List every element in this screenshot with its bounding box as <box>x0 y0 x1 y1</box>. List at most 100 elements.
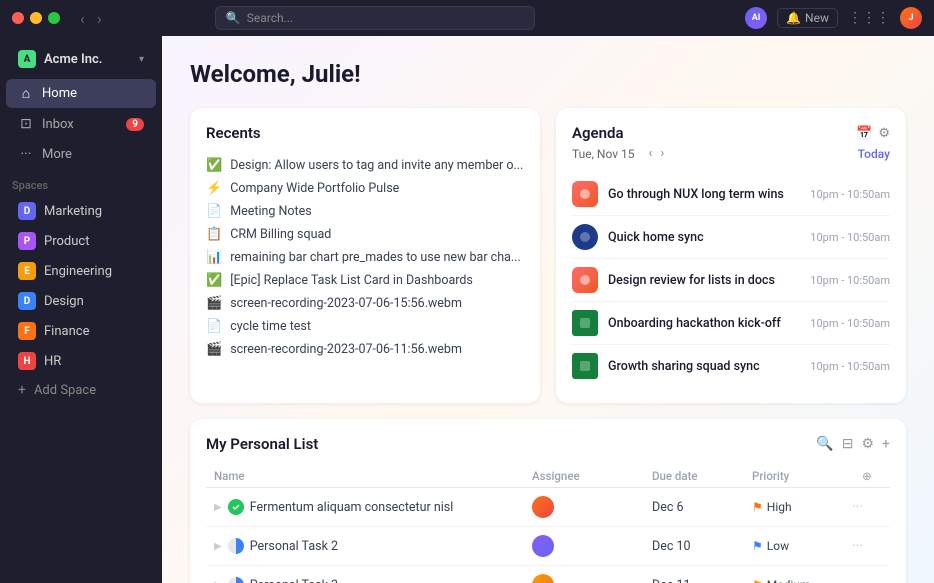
row-more-button[interactable]: ··· <box>852 577 882 583</box>
sidebar-item-inbox[interactable]: ⊡ Inbox 9 <box>6 110 156 138</box>
recent-item-text: cycle time test <box>230 319 311 334</box>
list-item[interactable]: 📊 remaining bar chart pre_mades to use n… <box>206 246 524 269</box>
task2-icon: ✅ <box>206 273 222 288</box>
settings-list-button[interactable]: ⚙ <box>861 436 874 452</box>
assignee-avatar <box>532 574 554 583</box>
add-column-button[interactable]: + <box>882 436 890 452</box>
sidebar: A Acme Inc. ▾ ⌂ Home ⊡ Inbox 9 ··· More … <box>0 36 162 583</box>
task-name: Personal Task 2 <box>250 539 338 554</box>
workspace-logo: A <box>18 50 36 68</box>
row-more-button[interactable]: ··· <box>852 538 882 554</box>
recent-item-text: [Epic] Replace Task List Card in Dashboa… <box>230 273 473 288</box>
engineering-space-dot: E <box>18 262 36 280</box>
sidebar-item-hr[interactable]: H HR <box>6 347 156 375</box>
table-row[interactable]: ▶ Personal Task 2 Dec 10 ⚑ Low ··· <box>206 527 890 566</box>
table-row[interactable]: ▶ Personal Task 3 Dec 11 ⚑ Medium ··· <box>206 566 890 583</box>
ai-badge[interactable]: AI <box>745 7 767 29</box>
calendar-icon[interactable]: 📅 <box>856 126 872 141</box>
page-title: Welcome, Julie! <box>190 60 906 88</box>
list-controls: 🔍 ⊟ ⚙ + <box>816 436 890 452</box>
task-name: Personal Task 3 <box>250 578 338 583</box>
grid-icon[interactable]: ⋮⋮⋮ <box>848 10 890 26</box>
agenda-event[interactable]: Quick home sync 10pm - 10:50am <box>572 216 890 259</box>
priority-cell: ⚑ Medium <box>752 578 852 583</box>
search-placeholder: Search... <box>247 11 293 25</box>
agenda-date: Tue, Nov 15 <box>572 147 635 161</box>
agenda-header: Agenda 📅 ⚙ <box>572 124 890 142</box>
filter-button[interactable]: ⊟ <box>842 436 854 452</box>
list-item[interactable]: 📋 CRM Billing squad <box>206 223 524 246</box>
user-avatar[interactable]: J <box>900 7 922 29</box>
new-button[interactable]: 🔔 New <box>777 8 838 28</box>
maximize-button[interactable] <box>48 12 60 24</box>
next-date-button[interactable]: › <box>660 146 664 161</box>
col-name: Name <box>214 469 532 483</box>
list-item[interactable]: ⚡ Company Wide Portfolio Pulse <box>206 177 524 200</box>
agenda-event[interactable]: Growth sharing squad sync 10pm - 10:50am <box>572 345 890 387</box>
agenda-event[interactable]: Onboarding hackathon kick-off 10pm - 10:… <box>572 302 890 345</box>
search-list-button[interactable]: 🔍 <box>816 436 833 452</box>
event-color-indicator <box>572 267 598 293</box>
spaces-section-label: Spaces <box>0 169 162 196</box>
col-add[interactable]: ⊕ <box>852 469 882 483</box>
event-time: 10pm - 10:50am <box>810 274 890 287</box>
status-indicator <box>228 499 244 515</box>
list-item[interactable]: 🎬 screen-recording-2023-07-06-15:56.webm <box>206 292 524 315</box>
dashboard-grid: Recents ✅ Design: Allow users to tag and… <box>190 108 906 403</box>
event-name: Design review for lists in docs <box>608 273 800 288</box>
agenda-title: Agenda <box>572 124 624 142</box>
event-color-indicator <box>572 310 598 336</box>
today-button[interactable]: Today <box>858 147 890 161</box>
expand-icon[interactable]: ▶ <box>214 580 222 583</box>
close-button[interactable] <box>12 12 24 24</box>
chart-icon: 📊 <box>206 250 222 265</box>
task-name: Fermentum aliquam consectetur nisl <box>250 500 454 515</box>
list-item[interactable]: 🎬 screen-recording-2023-07-06-11:56.webm <box>206 338 524 361</box>
personal-list-card: My Personal List 🔍 ⊟ ⚙ + Name Assignee D… <box>190 419 906 583</box>
expand-icon[interactable]: ▶ <box>214 502 222 513</box>
assignee-avatar <box>532 496 554 518</box>
video-icon: 🎬 <box>206 296 222 311</box>
recent-item-text: screen-recording-2023-07-06-15:56.webm <box>230 296 462 311</box>
priority-label: Medium <box>767 578 811 583</box>
space-label: Finance <box>44 324 89 339</box>
prev-date-button[interactable]: ‹ <box>649 146 653 161</box>
row-more-button[interactable]: ··· <box>852 499 882 515</box>
priority-flag-icon: ⚑ <box>752 578 763 583</box>
add-space-label: Add Space <box>34 383 96 398</box>
priority-flag-icon: ⚑ <box>752 500 763 514</box>
sidebar-item-marketing[interactable]: D Marketing <box>6 197 156 225</box>
bolt-icon: ⚡ <box>206 181 222 196</box>
marketing-space-dot: D <box>18 202 36 220</box>
list-item[interactable]: 📄 Meeting Notes <box>206 200 524 223</box>
agenda-event[interactable]: Design review for lists in docs 10pm - 1… <box>572 259 890 302</box>
add-space-button[interactable]: + Add Space <box>6 377 156 403</box>
list-item[interactable]: ✅ Design: Allow users to tag and invite … <box>206 154 524 177</box>
col-due-date: Due date <box>652 469 752 483</box>
sidebar-item-engineering[interactable]: E Engineering <box>6 257 156 285</box>
agenda-date-nav: Tue, Nov 15 ‹ › Today <box>572 146 890 161</box>
agenda-event[interactable]: Go through NUX long term wins 10pm - 10:… <box>572 173 890 216</box>
list-item[interactable]: ✅ [Epic] Replace Task List Card in Dashb… <box>206 269 524 292</box>
priority-cell: ⚑ High <box>752 500 852 514</box>
doc2-icon: 📄 <box>206 319 222 334</box>
table-row[interactable]: ▶ Fermentum aliquam consectetur nisl Dec… <box>206 488 890 527</box>
due-date-cell: Dec 10 <box>652 539 752 554</box>
back-arrow-icon[interactable]: ‹ <box>76 7 89 30</box>
sidebar-item-home[interactable]: ⌂ Home <box>6 79 156 108</box>
expand-icon[interactable]: ▶ <box>214 541 222 552</box>
forward-arrow-icon[interactable]: › <box>93 7 106 30</box>
search-bar[interactable]: 🔍 Search... <box>215 6 535 30</box>
sidebar-item-finance[interactable]: F Finance <box>6 317 156 345</box>
task-name-cell: ▶ Personal Task 3 <box>214 577 532 583</box>
workspace-header[interactable]: A Acme Inc. ▾ <box>6 44 156 74</box>
event-name: Quick home sync <box>608 230 800 245</box>
settings-icon[interactable]: ⚙ <box>878 126 890 141</box>
assignee-cell <box>532 496 652 518</box>
minimize-button[interactable] <box>30 12 42 24</box>
sidebar-item-product[interactable]: P Product <box>6 227 156 255</box>
sidebar-item-design[interactable]: D Design <box>6 287 156 315</box>
sidebar-item-more[interactable]: ··· More <box>6 140 156 168</box>
list-item[interactable]: 📄 cycle time test <box>206 315 524 338</box>
event-time: 10pm - 10:50am <box>810 317 890 330</box>
